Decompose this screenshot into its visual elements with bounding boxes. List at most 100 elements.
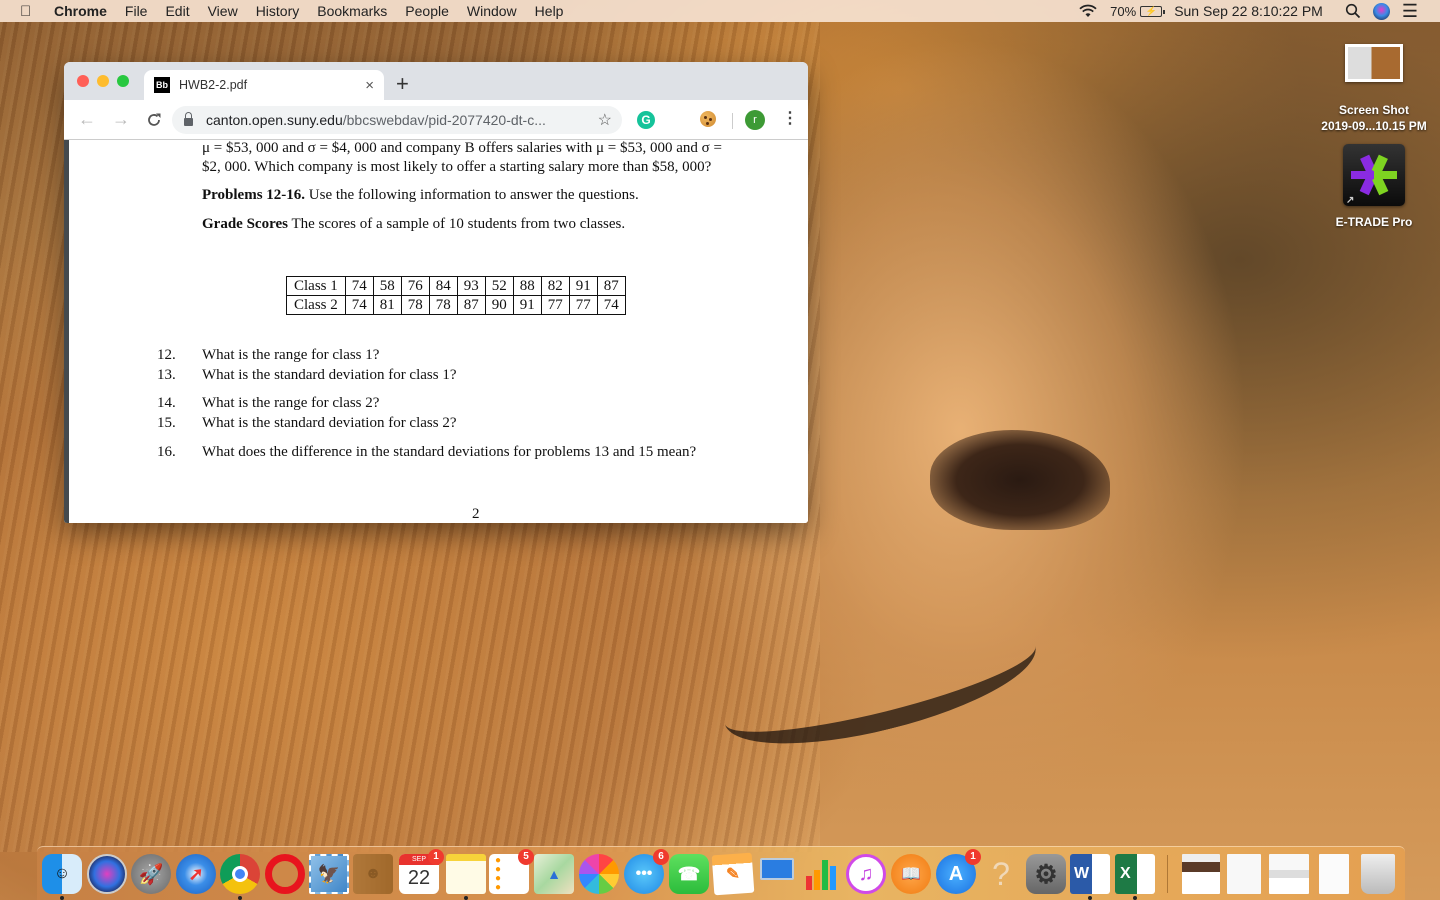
- close-tab-icon[interactable]: ×: [365, 77, 374, 94]
- siri-icon[interactable]: [1372, 2, 1390, 20]
- menu-view[interactable]: View: [208, 3, 238, 19]
- dock-siri[interactable]: [87, 854, 127, 894]
- dock-chrome-window-1[interactable]: [1182, 854, 1220, 894]
- dock-chrome[interactable]: [220, 854, 260, 900]
- dock-mail[interactable]: 🦅: [309, 854, 349, 894]
- close-window-button[interactable]: [77, 75, 89, 87]
- tab-hwb2-pdf[interactable]: Bb HWB2-2.pdf ×: [144, 70, 384, 100]
- dock-numbers[interactable]: [802, 854, 842, 894]
- dock-microsoft-word[interactable]: W: [1070, 854, 1110, 900]
- wifi-icon[interactable]: [1078, 4, 1098, 18]
- menu-bookmarks[interactable]: Bookmarks: [317, 3, 387, 19]
- menu-edit[interactable]: Edit: [165, 3, 189, 19]
- dock-maps[interactable]: ▲: [534, 854, 574, 894]
- dock-safari[interactable]: ➚: [176, 854, 216, 894]
- reminders-badge: 5: [518, 849, 534, 865]
- running-indicator: [464, 896, 468, 900]
- zoom-window-button[interactable]: [117, 75, 129, 87]
- profile-avatar[interactable]: r: [745, 110, 765, 130]
- desktop-icon-etrade[interactable]: ↗ E-TRADE Pro: [1316, 144, 1432, 230]
- table-cell: 88: [512, 276, 542, 296]
- dock-messages[interactable]: ••• 6: [624, 849, 669, 894]
- dock-books[interactable]: 📖: [891, 854, 931, 894]
- excel-x-icon: X: [1120, 865, 1131, 882]
- dock-system-preferences[interactable]: ⚙: [1026, 854, 1066, 894]
- grammarly-icon[interactable]: G: [637, 111, 655, 129]
- menu-window[interactable]: Window: [467, 3, 517, 19]
- question-number: 15.: [157, 415, 176, 431]
- dock-unknown-app[interactable]: ?: [981, 854, 1021, 894]
- dock-reminders[interactable]: ● ● ● ● 5: [489, 849, 534, 894]
- word-w-icon: W: [1074, 865, 1090, 882]
- running-indicator: [238, 896, 242, 900]
- back-button[interactable]: ←: [76, 109, 98, 130]
- grade-scores-heading: Grade Scores: [202, 216, 288, 232]
- dock-itunes[interactable]: ♫: [846, 854, 886, 894]
- menu-people[interactable]: People: [405, 3, 449, 19]
- address-bar[interactable]: canton.open.suny.edu/bbcswebdav/pid-2077…: [172, 106, 622, 134]
- question-text: What does the difference in the standard…: [202, 444, 697, 460]
- bookmark-star-icon[interactable]: ☆: [598, 110, 612, 130]
- dock-calendar[interactable]: SEP 22 1: [399, 849, 444, 894]
- desktop-icon-label: Screen Shot: [1338, 103, 1410, 117]
- chrome-badge-icon: [1269, 854, 1309, 894]
- table-cell: 90: [484, 295, 514, 315]
- excel-badge-icon: [1319, 854, 1349, 894]
- desktop-icon-label: E-TRADE Pro: [1335, 215, 1413, 229]
- dock-photos[interactable]: [579, 854, 619, 894]
- contacts-book-icon: ☻: [364, 865, 382, 882]
- dock-chrome-window-2[interactable]: [1269, 854, 1309, 894]
- forward-button[interactable]: →: [110, 109, 132, 130]
- menu-bar:  Chrome File Edit View History Bookmark…: [0, 0, 1440, 22]
- dock-keynote[interactable]: [757, 854, 797, 894]
- gear-icon: ⚙: [1034, 858, 1058, 889]
- notification-center-icon[interactable]: ☰: [1402, 1, 1418, 22]
- music-note-icon: ♫: [858, 862, 874, 885]
- dock-microsoft-excel[interactable]: X: [1115, 854, 1155, 900]
- menu-app-chrome[interactable]: Chrome: [54, 3, 107, 19]
- calendar-badge: 1: [428, 849, 444, 865]
- dock-app-store[interactable]: A 1: [936, 849, 981, 894]
- eagle-stamp-icon: 🦅: [317, 863, 341, 884]
- table-cell: 77: [540, 295, 570, 315]
- notes-badge-icon: [1227, 854, 1261, 894]
- cookie-icon[interactable]: [700, 111, 716, 127]
- table-cell: 84: [428, 276, 458, 296]
- apple-logo-icon[interactable]: : [20, 3, 36, 20]
- blackboard-favicon-icon: Bb: [154, 77, 170, 93]
- dock-contacts[interactable]: ☻: [353, 854, 393, 894]
- dock-trash[interactable]: [1361, 854, 1395, 894]
- menu-help[interactable]: Help: [535, 3, 564, 19]
- dock-finder[interactable]: ☺: [42, 854, 82, 900]
- dock-launchpad[interactable]: 🚀: [131, 854, 171, 894]
- dock-opera[interactable]: [265, 854, 305, 894]
- dock-notes[interactable]: [446, 854, 486, 900]
- reload-icon[interactable]: [146, 112, 162, 128]
- dock-notes-window[interactable]: [1227, 854, 1261, 894]
- spotlight-search-icon[interactable]: [1345, 3, 1361, 19]
- pdf-viewer-edge: [64, 140, 69, 523]
- desktop-icon-screenshot[interactable]: Screen Shot 2019-09...10.15 PM: [1316, 44, 1432, 134]
- new-tab-button[interactable]: +: [396, 72, 409, 96]
- chrome-logo-icon: [220, 854, 260, 894]
- table-cell: 81: [372, 295, 402, 315]
- clock[interactable]: Sun Sep 22 8:10:22 PM: [1174, 3, 1323, 19]
- chrome-badge-icon: [1182, 854, 1220, 894]
- photos-flower-icon: [579, 854, 619, 894]
- dock-pages[interactable]: ✎: [711, 852, 755, 896]
- menu-file[interactable]: File: [125, 3, 148, 19]
- chrome-menu-icon[interactable]: ⋮: [782, 108, 798, 130]
- battery-status[interactable]: 70% ⚡: [1110, 4, 1166, 19]
- toolbar-divider: [732, 113, 733, 129]
- minimize-window-button[interactable]: [97, 75, 109, 87]
- grade-scores-table: Class 1 74 58 76 84 93 52 88 82 91 87 Cl…: [286, 276, 626, 315]
- etrade-logo-icon: ↗: [1343, 144, 1405, 206]
- url-path: /bbcswebdav/pid-2077420-dt-c...: [342, 112, 546, 128]
- siri-icon: [89, 856, 125, 892]
- table-cell: 82: [540, 276, 570, 296]
- row-label: Class 2: [286, 295, 346, 315]
- menu-history[interactable]: History: [256, 3, 300, 19]
- dock-facetime[interactable]: ☎: [669, 854, 709, 894]
- dock-excel-window[interactable]: [1319, 854, 1349, 894]
- running-indicator: [60, 896, 64, 900]
